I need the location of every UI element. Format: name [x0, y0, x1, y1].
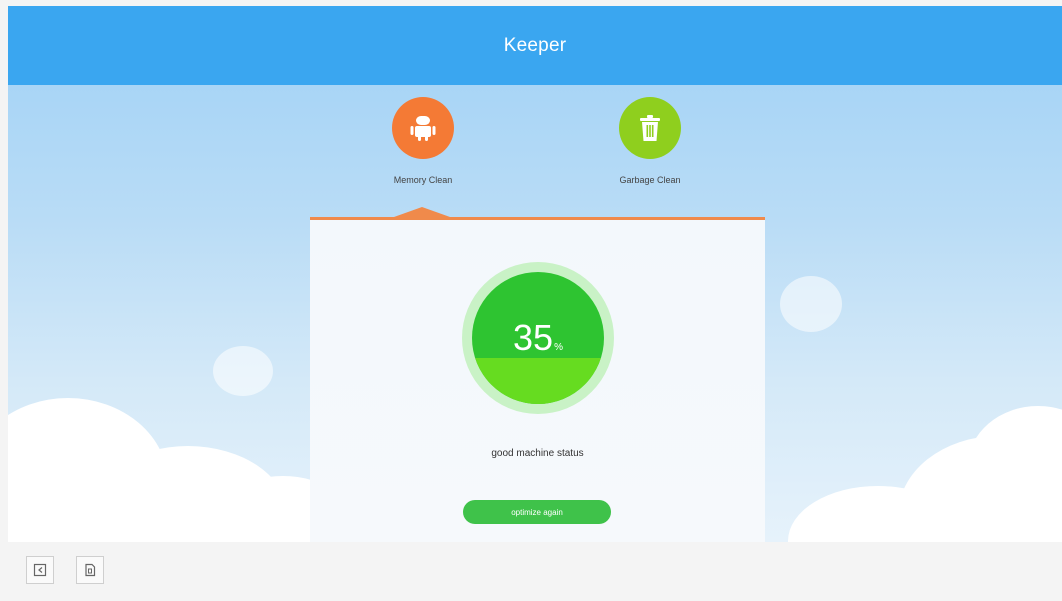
memory-usage-value: 35 — [513, 317, 554, 358]
android-robot-icon — [410, 116, 436, 141]
trash-can-icon — [640, 115, 660, 141]
memory-gauge: 35 % — [462, 262, 614, 414]
memory-usage-unit: % — [554, 341, 563, 353]
exit-button[interactable] — [26, 556, 54, 584]
active-tab-pointer — [394, 207, 450, 217]
background-cloud — [780, 276, 842, 332]
app-title: Keeper — [503, 34, 567, 56]
title-bar: Keeper — [8, 6, 1062, 85]
memory-clean-panel: 35 % good machine status optimize again — [310, 220, 765, 542]
background-cloud — [213, 346, 273, 396]
bottom-toolbar — [0, 542, 1062, 601]
machine-status-text: good machine status — [491, 448, 584, 459]
memory-gauge-disc: 35 % — [472, 272, 604, 404]
document-button[interactable] — [76, 556, 104, 584]
keeper-app: Keeper Memory Clean Garbage Clean 35 % g… — [8, 6, 1062, 542]
optimize-again-button[interactable]: optimize again — [463, 500, 611, 524]
garbage-clean-badge — [619, 97, 681, 159]
memory-clean-badge — [392, 97, 454, 159]
screen-frame: Keeper Memory Clean Garbage Clean 35 % g… — [0, 0, 1062, 601]
document-icon — [85, 563, 96, 577]
tab-label: Garbage Clean — [619, 175, 681, 185]
tab-label: Memory Clean — [393, 175, 453, 185]
tab-garbage-clean[interactable]: Garbage Clean — [590, 97, 710, 185]
tab-memory-clean[interactable]: Memory Clean — [363, 97, 483, 185]
memory-gauge-readout: 35 % — [472, 272, 604, 404]
exit-icon — [33, 563, 47, 577]
